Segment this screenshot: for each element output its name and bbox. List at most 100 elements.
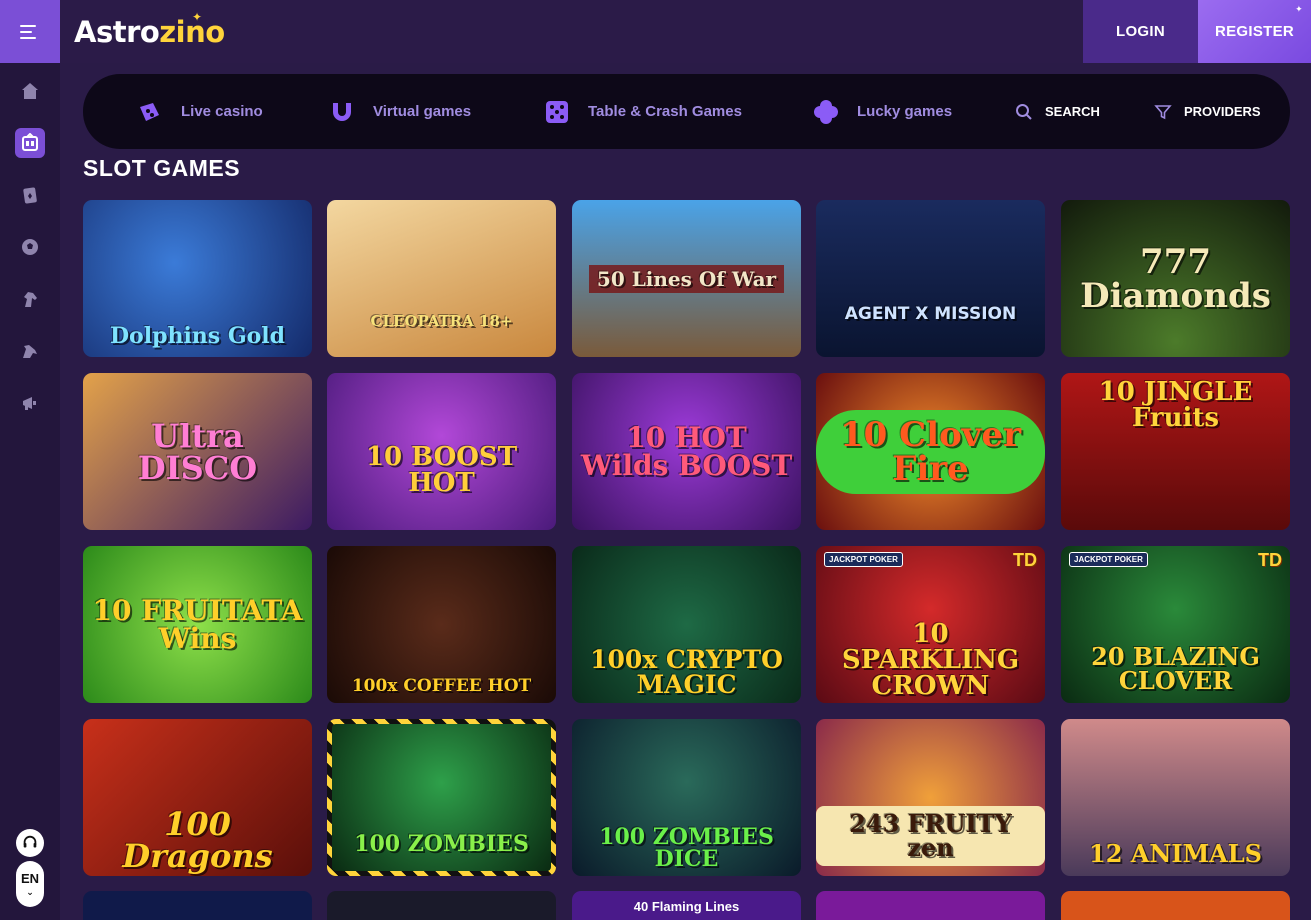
live-casino-label: Live casino bbox=[181, 103, 263, 120]
category-table-crash[interactable]: Table & Crash Games bbox=[542, 74, 742, 149]
jackpot-badge: JACKPOT POKER bbox=[1069, 552, 1148, 567]
live-casino-icon bbox=[140, 102, 159, 121]
sidebar-item-horse-racing[interactable] bbox=[15, 284, 45, 314]
category-live-casino[interactable]: Live casino bbox=[135, 74, 263, 149]
language-label: EN bbox=[20, 870, 40, 886]
game-title: AGENT X MISSION bbox=[844, 304, 1017, 324]
game-title: 100 Dragons bbox=[122, 805, 273, 875]
virtual-games-label: Virtual games bbox=[373, 103, 472, 120]
logo-text-astro: Astro bbox=[74, 15, 160, 49]
lucky-games-label: Lucky games bbox=[857, 103, 953, 120]
game-title: Ultra DISCO bbox=[137, 416, 258, 487]
megaphone-icon bbox=[23, 397, 36, 410]
game-title: 10 BOOST HOT bbox=[365, 442, 518, 498]
horse-icon bbox=[24, 292, 37, 307]
tile-inner: 100 ZOMBIES bbox=[332, 724, 551, 871]
game-tile[interactable]: JACKPOT POKER TD 10 SPARKLING CROWN bbox=[816, 546, 1045, 703]
home-icon bbox=[22, 83, 38, 99]
sidebar-item-football[interactable] bbox=[15, 232, 45, 262]
game-tile[interactable]: 10 JINGLE Fruits bbox=[1061, 373, 1290, 530]
game-tile[interactable]: Dolphins Gold bbox=[83, 200, 312, 357]
game-tile[interactable]: 10 HOT Wilds BOOST bbox=[572, 373, 801, 530]
top-bar: Astro zino ✦ LOGIN REGISTER ✦ bbox=[0, 0, 1311, 63]
game-tile[interactable] bbox=[327, 891, 556, 920]
filter-icon bbox=[1154, 104, 1172, 119]
sidebar-item-cards[interactable] bbox=[15, 180, 45, 210]
game-title: Dolphins Gold bbox=[109, 323, 286, 349]
section-title: SLOT GAMES bbox=[83, 155, 241, 181]
game-tile[interactable]: 50 Lines Of War bbox=[572, 200, 801, 357]
game-title: 10 HOT Wilds BOOST bbox=[580, 420, 793, 482]
game-title: 100 ZOMBIES bbox=[354, 831, 529, 857]
clover-icon bbox=[814, 99, 838, 124]
game-title: 10 Clover Fire bbox=[816, 409, 1045, 494]
support-button[interactable] bbox=[16, 829, 44, 857]
game-tile[interactable]: 10 BOOST HOT bbox=[327, 373, 556, 530]
game-tile[interactable] bbox=[816, 891, 1045, 920]
game-tile[interactable]: 100x COFFEE HOT bbox=[327, 546, 556, 703]
category-lucky-games[interactable]: Lucky games bbox=[811, 74, 952, 149]
game-title: 10 SPARKLING CROWN bbox=[841, 619, 1020, 701]
chevron-down-icon: ⌄ bbox=[26, 886, 34, 897]
sidebar-item-slots[interactable] bbox=[15, 128, 45, 158]
menu-button[interactable] bbox=[0, 0, 60, 63]
game-title: 20 BLAZING CLOVER bbox=[1091, 642, 1260, 695]
game-tile[interactable]: Ultra DISCO bbox=[83, 373, 312, 530]
game-tile[interactable]: JACKPOT POKER TD 20 BLAZING CLOVER bbox=[1061, 546, 1290, 703]
logo[interactable]: Astro zino ✦ bbox=[74, 10, 225, 50]
game-title: 10 FRUITATA Wins bbox=[92, 593, 303, 655]
sparkle-icon: ✦ bbox=[1295, 4, 1303, 14]
dice-icon bbox=[546, 100, 568, 123]
game-title: 12 ANIMALS bbox=[1089, 839, 1262, 868]
game-tile[interactable] bbox=[83, 891, 312, 920]
sidebar: EN ⌄ bbox=[0, 63, 60, 920]
game-title: 100x CRYPTO MAGIC bbox=[590, 645, 783, 699]
game-title: 243 FRUITY zen bbox=[816, 806, 1045, 866]
sidebar-item-greyhound[interactable] bbox=[15, 336, 45, 366]
providers-label: PROVIDERS bbox=[1184, 104, 1261, 119]
search-icon bbox=[1016, 103, 1032, 120]
greyhound-icon bbox=[23, 345, 37, 358]
slots-icon bbox=[22, 133, 38, 151]
sidebar-item-home[interactable] bbox=[15, 76, 45, 106]
register-button[interactable]: REGISTER ✦ bbox=[1198, 0, 1311, 63]
game-title: 100 ZOMBIES DICE bbox=[599, 824, 774, 872]
game-tile[interactable]: 243 FRUITY zen bbox=[816, 719, 1045, 876]
category-nav: Live casino Virtual games Table & Crash … bbox=[83, 74, 1290, 149]
game-tile[interactable]: 100 ZOMBIES bbox=[327, 719, 556, 876]
horseshoe-icon bbox=[333, 102, 351, 121]
jackpot-badge: JACKPOT POKER bbox=[824, 552, 903, 567]
sparkle-icon: ✦ bbox=[192, 10, 202, 24]
game-title: CLEOPATRA 18+ bbox=[370, 312, 513, 330]
game-tile[interactable] bbox=[1061, 891, 1290, 920]
register-label: REGISTER bbox=[1214, 23, 1295, 40]
search-button[interactable]: SEARCH bbox=[1015, 74, 1100, 149]
football-icon bbox=[22, 239, 38, 255]
cards-icon bbox=[23, 187, 37, 204]
game-title: 777 Diamonds bbox=[1080, 241, 1271, 316]
game-tile[interactable]: 10 Clover Fire bbox=[816, 373, 1045, 530]
login-button[interactable]: LOGIN bbox=[1083, 0, 1198, 63]
game-title: 10 JINGLE Fruits bbox=[1098, 377, 1253, 433]
game-tile[interactable]: 10 FRUITATA Wins bbox=[83, 546, 312, 703]
provider-badge: TD bbox=[1258, 550, 1282, 570]
game-tile[interactable]: AGENT X MISSION bbox=[816, 200, 1045, 357]
game-tile[interactable]: 40 Flaming Lines bbox=[572, 891, 801, 920]
game-tile[interactable]: 12 ANIMALS bbox=[1061, 719, 1290, 876]
search-label: SEARCH bbox=[1045, 104, 1100, 119]
sidebar-item-promotions[interactable] bbox=[15, 388, 45, 418]
provider-badge: TD bbox=[1013, 550, 1037, 570]
game-tile[interactable]: 100x CRYPTO MAGIC bbox=[572, 546, 801, 703]
language-selector[interactable]: EN ⌄ bbox=[16, 861, 44, 907]
game-tile[interactable]: 100 Dragons bbox=[83, 719, 312, 876]
game-title: 100x COFFEE HOT bbox=[351, 676, 532, 696]
game-title: 50 Lines Of War bbox=[588, 264, 785, 293]
game-tile[interactable]: 777 Diamonds bbox=[1061, 200, 1290, 357]
game-tile[interactable]: 100 ZOMBIES DICE bbox=[572, 719, 801, 876]
game-title: 40 Flaming Lines bbox=[633, 899, 740, 914]
category-virtual-games[interactable]: Virtual games bbox=[327, 74, 471, 149]
game-tile[interactable]: CLEOPATRA 18+ bbox=[327, 200, 556, 357]
providers-button[interactable]: PROVIDERS bbox=[1154, 74, 1261, 149]
table-crash-label: Table & Crash Games bbox=[588, 103, 742, 120]
headset-icon bbox=[23, 835, 37, 848]
